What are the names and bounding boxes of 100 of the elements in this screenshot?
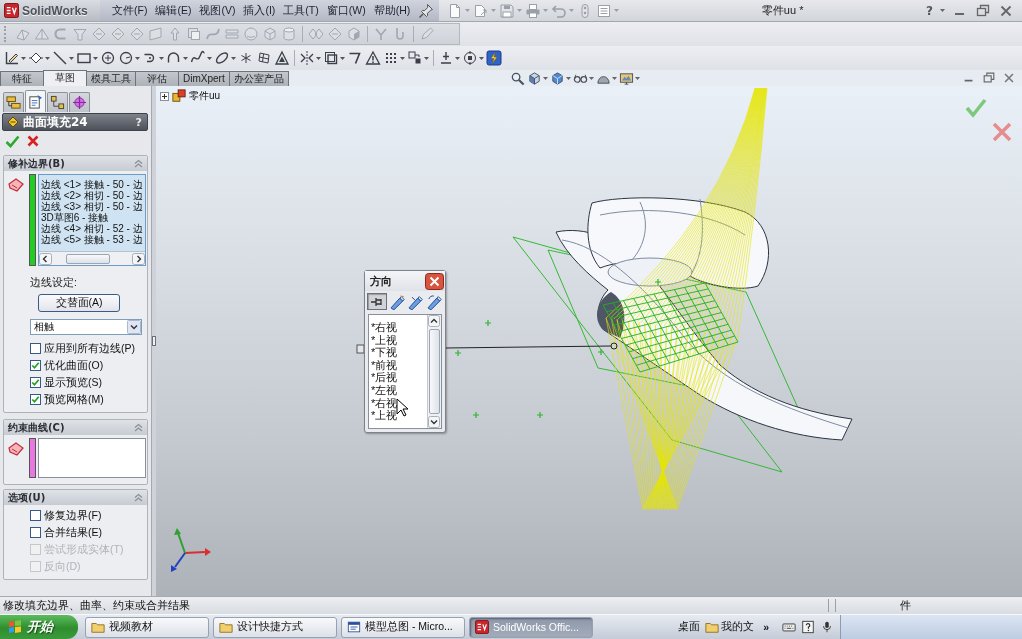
- list-item[interactable]: *后视: [369, 371, 398, 384]
- move-icon[interactable]: [407, 50, 423, 66]
- dropdown-caret-icon[interactable]: [93, 56, 98, 60]
- checkbox[interactable]: [30, 343, 41, 354]
- list-item[interactable]: *下视: [369, 346, 398, 359]
- taskbar-button[interactable]: 视频教材: [85, 616, 209, 638]
- expand-toggle-icon[interactable]: [160, 91, 169, 101]
- restore-icon[interactable]: [975, 2, 991, 19]
- triangle-icon[interactable]: [274, 50, 290, 66]
- diamond-tag-icon[interactable]: [28, 50, 44, 66]
- scrollbar-thumb[interactable]: [66, 253, 110, 264]
- list-item[interactable]: 边线 <1> 接触 - 50 - 边: [41, 179, 143, 190]
- dropdown-caret-icon[interactable]: [588, 76, 594, 80]
- group-header[interactable]: 约束曲线(C): [4, 420, 147, 435]
- dropdown-caret-icon[interactable]: [69, 56, 74, 60]
- list-item[interactable]: 边线 <4> 相切 - 52 - 边: [41, 223, 143, 234]
- sketch-icon[interactable]: [4, 50, 20, 66]
- circle-plus-icon[interactable]: [100, 50, 116, 66]
- tangent-arc-icon[interactable]: [166, 50, 182, 66]
- scroll-left-icon[interactable]: [39, 252, 52, 265]
- close-icon[interactable]: [425, 272, 444, 290]
- list-item[interactable]: *左视: [369, 383, 398, 397]
- ok-check-icon[interactable]: [5, 134, 20, 148]
- dropdown-caret-icon[interactable]: [159, 56, 164, 60]
- help-button[interactable]: ?: [926, 3, 933, 18]
- list-item[interactable]: *右视: [369, 396, 398, 410]
- start-button[interactable]: 开始: [0, 615, 78, 639]
- view-arrow-icon[interactable]: [388, 293, 406, 310]
- options-icon[interactable]: [596, 2, 613, 19]
- list-item[interactable]: 边线 <5> 接触 - 53 - 边: [41, 234, 143, 245]
- save-icon[interactable]: [499, 2, 516, 19]
- microphone-icon[interactable]: [820, 620, 834, 634]
- warning-icon[interactable]: [365, 50, 381, 66]
- dropdown-caret-icon[interactable]: [565, 76, 571, 80]
- magnifier-icon[interactable]: [509, 70, 525, 86]
- keyboard-icon[interactable]: [782, 620, 796, 634]
- panel-tab[interactable]: [3, 92, 24, 112]
- close-icon[interactable]: [1002, 71, 1016, 85]
- menu-item[interactable]: 窗口(W): [326, 3, 366, 18]
- group-header[interactable]: 修补边界(B): [4, 156, 147, 171]
- panel-tab[interactable]: [47, 92, 68, 112]
- taskbar-button[interactable]: 设计快捷方式: [213, 616, 337, 638]
- menu-item[interactable]: 文件(F): [112, 3, 148, 18]
- ellipse-icon[interactable]: [214, 50, 230, 66]
- view-arrow-icon[interactable]: [407, 293, 425, 310]
- pushpin-icon[interactable]: [418, 2, 435, 19]
- list-item[interactable]: *前视: [369, 358, 398, 372]
- dot-grid-icon[interactable]: [383, 50, 399, 66]
- corner-icon[interactable]: [347, 50, 363, 66]
- dropdown-caret-icon[interactable]: [316, 56, 321, 60]
- horizontal-scrollbar[interactable]: [39, 251, 145, 265]
- open-document-icon[interactable]: [473, 2, 490, 19]
- view-list[interactable]: *右视 *上视 *下视 *前视 *后视 *左视 *右视 *上视: [368, 314, 442, 429]
- more-button[interactable]: »: [763, 621, 769, 633]
- dropdown-caret-icon[interactable]: [634, 76, 640, 80]
- curvature-dropdown[interactable]: 相触: [30, 319, 142, 335]
- view-cube-icon[interactable]: [526, 70, 542, 86]
- line-icon[interactable]: [52, 50, 68, 66]
- scroll-down-icon[interactable]: [428, 416, 440, 428]
- group-header[interactable]: 选项(U): [4, 490, 147, 505]
- menu-item[interactable]: 编辑(E): [155, 3, 192, 18]
- list-item[interactable]: *右视: [369, 321, 398, 334]
- checkbox[interactable]: [30, 510, 41, 521]
- taskbar-button[interactable]: 模型总图 - Micro...: [341, 616, 465, 638]
- tree-item[interactable]: 零件uu: [189, 89, 221, 103]
- restore-icon[interactable]: [982, 71, 996, 85]
- scroll-right-icon[interactable]: [132, 252, 145, 265]
- list-item[interactable]: *上视: [369, 333, 398, 347]
- cancel-x-icon[interactable]: [27, 135, 39, 147]
- dropdown-caret-icon[interactable]: [424, 56, 429, 60]
- command-tab[interactable]: 模具工具: [86, 71, 136, 86]
- dropdown-caret-icon[interactable]: [183, 56, 188, 60]
- toolbar-item[interactable]: 我的文: [721, 620, 755, 634]
- display-cube-icon[interactable]: [549, 70, 565, 86]
- menu-item[interactable]: 插入(I): [243, 3, 276, 18]
- dropdown-caret-icon[interactable]: [21, 56, 26, 60]
- command-tab[interactable]: 办公室产品: [228, 71, 289, 86]
- scrollbar-thumb[interactable]: [429, 329, 440, 414]
- panel-tab[interactable]: [69, 92, 90, 112]
- rectangle-icon[interactable]: [76, 50, 92, 66]
- splitter-grip-icon[interactable]: [152, 336, 156, 346]
- selection-list[interactable]: [38, 438, 146, 478]
- list-item[interactable]: 边线 <2> 相切 - 50 - 边: [41, 190, 143, 201]
- menu-item[interactable]: 帮助(H): [373, 3, 411, 18]
- vertical-scrollbar[interactable]: [427, 315, 441, 428]
- help-button[interactable]: ?: [135, 115, 142, 129]
- toolbar-item[interactable]: 桌面: [678, 620, 701, 634]
- command-tab[interactable]: 评估: [135, 71, 179, 86]
- mirror-icon[interactable]: [299, 50, 315, 66]
- dropdown-caret-icon[interactable]: [611, 76, 617, 80]
- command-tab[interactable]: 特征: [0, 71, 44, 86]
- alternate-face-button[interactable]: 交替面(A): [38, 294, 120, 312]
- list-item[interactable]: 3D草图6 - 接触: [41, 212, 109, 223]
- dropdown-caret-icon[interactable]: [340, 56, 345, 60]
- dropdown-caret-icon[interactable]: [135, 56, 140, 60]
- checkbox[interactable]: [30, 394, 41, 405]
- panel-tab[interactable]: [25, 90, 46, 112]
- drag-handle[interactable]: [356, 344, 365, 354]
- repair-icon[interactable]: [462, 50, 478, 66]
- relations-icon[interactable]: [438, 50, 454, 66]
